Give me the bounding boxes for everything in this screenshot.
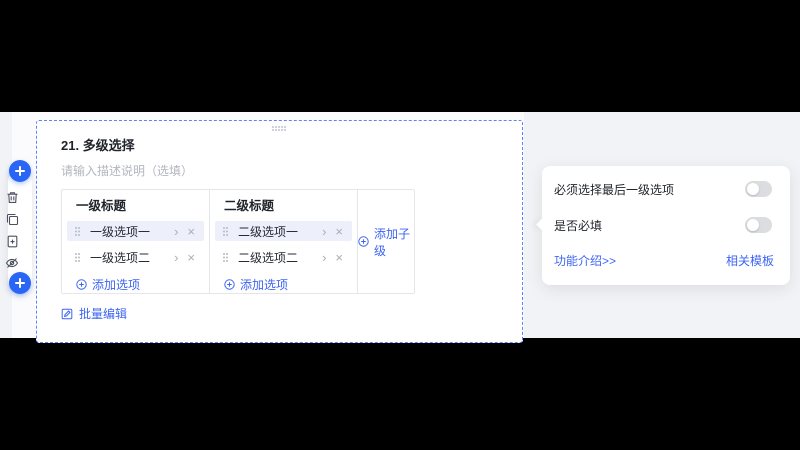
expand-chevron-icon[interactable]: › <box>174 225 178 238</box>
add-child-column: 添加子级 <box>357 190 414 293</box>
row-drag-handle-icon[interactable] <box>223 226 225 229</box>
add-child-level-button[interactable]: 添加子级 <box>358 225 414 259</box>
circle-plus-icon <box>224 279 235 290</box>
toggle-must-select-last[interactable] <box>745 181 772 197</box>
feature-intro-link[interactable]: 功能介绍>> <box>554 252 616 269</box>
question-settings-card: 必须选择最后一级选项 是否必填 功能介绍>> 相关模板 <box>536 166 790 285</box>
option-label[interactable]: 二级选项二 <box>238 249 322 266</box>
eye-off-icon <box>5 258 19 268</box>
option-label[interactable]: 二级选项一 <box>238 223 322 240</box>
circle-plus-icon <box>358 236 369 247</box>
add-child-label: 添加子级 <box>374 226 411 258</box>
add-option-label: 添加选项 <box>240 278 289 292</box>
save-as-template-button[interactable] <box>3 232 21 250</box>
batch-edit-button[interactable]: 批量编辑 <box>61 305 127 322</box>
add-question-above-button[interactable] <box>9 160 31 182</box>
setting-label: 是否必填 <box>554 218 603 233</box>
option-row-level2-2[interactable]: 二级选项二 › × <box>215 247 352 267</box>
option-label[interactable]: 一级选项二 <box>90 249 174 266</box>
toggle-required[interactable] <box>745 217 772 233</box>
option-row-level1-2[interactable]: 一级选项二 › × <box>67 247 204 267</box>
add-option-level2-button[interactable]: 添加选项 <box>224 276 288 293</box>
card-arrow-tail <box>536 218 549 231</box>
setting-label: 必须选择最后一级选项 <box>554 182 675 197</box>
setting-row-must-select-last: 必须选择最后一级选项 <box>554 181 772 197</box>
row-drag-handle-icon[interactable] <box>75 252 77 255</box>
editor-content-area: 21. 多级选择 请输入描述说明（选填） 一级标题 一级选项一 › × 一级选项… <box>0 112 800 343</box>
row-drag-handle-icon[interactable] <box>75 226 77 229</box>
level2-column: 二级标题 二级选项一 › × 二级选项二 › × 添加选项 <box>209 190 357 293</box>
expand-chevron-icon[interactable]: › <box>322 225 326 238</box>
options-table: 一级标题 一级选项一 › × 一级选项二 › × 添加选项 二级标题 二级选项一… <box>61 189 415 294</box>
level1-header[interactable]: 一级标题 <box>66 197 205 215</box>
hide-question-button[interactable] <box>3 254 21 272</box>
delete-question-button[interactable] <box>3 188 21 206</box>
remove-option-icon[interactable]: × <box>335 225 343 238</box>
batch-edit-label: 批量编辑 <box>79 307 128 321</box>
related-templates-link[interactable]: 相关模板 <box>726 252 774 269</box>
setting-row-required: 是否必填 <box>554 217 772 233</box>
question-description-placeholder[interactable]: 请输入描述说明（选填） <box>61 162 193 179</box>
circle-plus-icon <box>76 279 87 290</box>
row-drag-handle-icon[interactable] <box>223 252 225 255</box>
option-label[interactable]: 一级选项一 <box>90 223 174 240</box>
expand-chevron-icon[interactable]: › <box>322 251 326 264</box>
letterbox-bottom <box>0 338 800 450</box>
copy-icon <box>6 213 18 225</box>
copy-question-button[interactable] <box>3 210 21 228</box>
option-row-level2-1[interactable]: 二级选项一 › × <box>215 221 352 241</box>
level1-column: 一级标题 一级选项一 › × 一级选项二 › × 添加选项 <box>62 190 209 293</box>
expand-chevron-icon[interactable]: › <box>174 251 178 264</box>
toggle-knob <box>747 219 759 231</box>
trash-icon <box>7 191 17 203</box>
letterbox-top <box>0 0 800 112</box>
option-row-level1-1[interactable]: 一级选项一 › × <box>67 221 204 241</box>
question-panel[interactable]: 21. 多级选择 请输入描述说明（选填） 一级标题 一级选项一 › × 一级选项… <box>36 120 523 343</box>
add-option-level1-button[interactable]: 添加选项 <box>76 276 140 293</box>
add-option-label: 添加选项 <box>92 278 141 292</box>
card-links-row: 功能介绍>> 相关模板 <box>554 252 774 269</box>
remove-option-icon[interactable]: × <box>187 251 195 264</box>
add-question-below-button[interactable] <box>9 272 31 294</box>
question-title[interactable]: 21. 多级选择 <box>61 135 135 154</box>
level2-header[interactable]: 二级标题 <box>214 197 353 215</box>
batch-edit-icon <box>61 308 73 319</box>
remove-option-icon[interactable]: × <box>335 251 343 264</box>
document-plus-icon <box>7 235 17 247</box>
remove-option-icon[interactable]: × <box>187 225 195 238</box>
panel-drag-handle-icon[interactable] <box>271 126 274 128</box>
toggle-knob <box>747 183 759 195</box>
